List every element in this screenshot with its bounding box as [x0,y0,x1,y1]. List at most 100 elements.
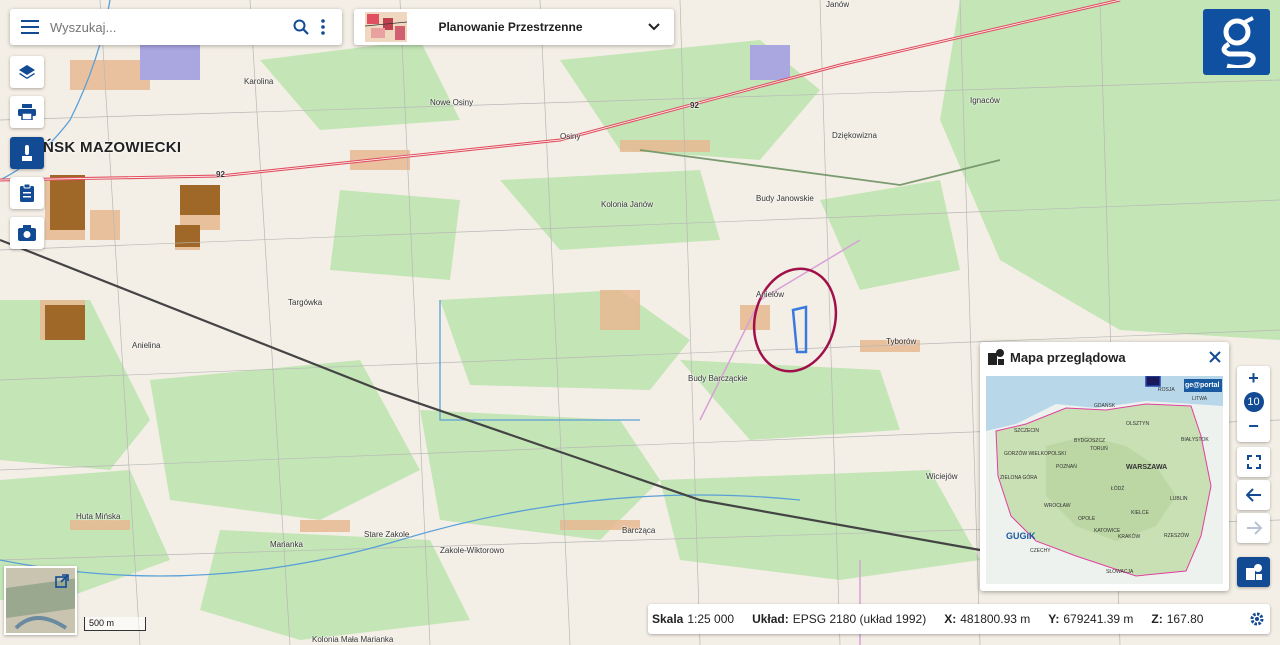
layers-button[interactable] [10,56,44,88]
map-label-minsk: ŃSK MAZOWIECKI [43,139,182,156]
menu-button[interactable] [10,9,50,45]
overview-city-label: GDAŃSK [1094,403,1116,409]
z-value: 167.80 [1166,612,1204,626]
camera-icon [18,225,36,241]
overview-map-toggle-button[interactable] [1237,557,1270,587]
map-label: Wiciejów [926,472,958,481]
map-label: Osiny [560,132,581,141]
overview-city-label: OLSZTYN [1126,421,1150,427]
overview-city-label: ŁÓDŹ [1111,486,1125,492]
chevron-down-icon [648,23,660,31]
map-label: Karolina [244,77,274,86]
status-scale[interactable]: Skala 1:25 000 [652,612,734,626]
status-crs[interactable]: Układ: EPSG 2180 (układ 1992) [752,612,926,626]
overview-city-label: RZESZÓW [1164,533,1189,539]
scale-value: 1:25 000 [687,612,735,626]
map-label: Dziękowizna [832,131,877,140]
status-x: X: 481800.93 m [944,612,1030,626]
settings-icon [1250,612,1264,626]
overview-city-label: WROCŁAW [1044,503,1071,509]
y-value: 679241.39 m [1063,612,1134,626]
next-extent-button[interactable] [1237,513,1270,543]
map-label: Targówka [288,298,323,307]
map-label: Tyborów [886,337,917,346]
geoportal-logo[interactable] [1203,9,1270,75]
external-link-icon [55,574,69,588]
more-vert-icon [321,19,325,35]
overview-close-button[interactable] [1201,342,1229,372]
theme-selector[interactable]: Planowanie Przestrzenne [354,9,674,45]
overview-city-label: KATOWICE [1094,528,1121,534]
map-label: Anielów [756,290,785,299]
y-label: Y: [1048,612,1060,626]
measure-icon [22,145,32,161]
search-icon [293,19,309,35]
overview-country-label: ROSJA [1158,387,1175,393]
overview-map[interactable]: ge@portal ROSJA LITWA GDAŃSK OLSZTYN SZC… [986,376,1223,584]
overview-city-label: ZIELONA GÓRA [1000,475,1038,481]
previous-extent-button[interactable] [1237,480,1270,510]
notes-button[interactable] [10,177,44,209]
settings-button[interactable] [1244,611,1270,627]
overview-city-label: BYDGOSZCZ [1074,438,1106,444]
zoom-in-button[interactable]: + [1237,366,1270,390]
more-options-button[interactable] [312,9,334,45]
print-icon [18,104,36,120]
map-label: Budy Janowskie [756,194,814,203]
overview-city-label: OPOLE [1078,516,1096,522]
overview-city-label: SZCZECIN [1014,428,1039,434]
z-label: Z: [1151,612,1163,626]
map-label: Janów [826,0,850,9]
zoom-out-button[interactable]: − [1237,414,1270,438]
overview-city-label: WARSZAWA [1126,464,1168,471]
scale-bar: 500 m [84,617,146,631]
zoom-level-badge: 10 [1243,392,1264,412]
status-bar: Skala 1:25 000 Układ: EPSG 2180 (układ 199… [648,604,1270,634]
clipboard-icon [20,184,34,202]
status-y: Y: 679241.39 m [1048,612,1133,626]
measure-button[interactable] [10,137,44,169]
forward-arrow-icon [1246,521,1262,535]
map-label: Huta Mińska [76,512,121,521]
overview-city-label: POZNAŃ [1056,464,1077,470]
zoom-control: + 10 − [1237,366,1270,442]
road-number-label: 92 [690,101,699,110]
map-label: Barcząca [622,526,656,535]
scale-label: Skala [652,612,684,626]
crs-label: Układ: [752,612,789,626]
overview-gugik-logo: GUGiK [1006,531,1036,541]
basemap-switcher[interactable] [4,566,77,635]
overview-city-label: LUBLIN [1170,496,1188,502]
overview-title: Mapa przeglądowa [1010,349,1126,365]
close-icon [1209,351,1221,363]
fullscreen-button[interactable] [1237,447,1270,477]
map-label: Kolonia Janów [601,200,654,209]
x-value: 481800.93 m [960,612,1031,626]
overview-country-label: CZECHY [1030,548,1051,554]
screenshot-button[interactable] [10,217,44,249]
overview-city-label: TORUŃ [1090,446,1108,452]
overview-map-icon [988,349,1004,365]
geoportal-logo-icon [1221,16,1256,68]
overview-city-label: GORZÓW WIELKOPOLSKI [1004,451,1066,457]
back-arrow-icon [1245,488,1261,502]
overview-country-label: LITWA [1192,396,1208,402]
crs-value: EPSG 2180 (układ 1992) [792,612,927,626]
print-button[interactable] [10,96,44,128]
status-z: Z: 167.80 [1151,612,1203,626]
menu-icon [21,20,39,34]
overview-country-label: SŁOWACJA [1106,569,1134,575]
theme-dropdown-button[interactable] [634,23,674,31]
overview-geoportal-label: ge@portal [1185,382,1220,389]
map-label: Marianka [270,540,303,549]
map-label: Budy Barcząckie [688,374,748,383]
search-button[interactable] [290,9,312,45]
map-label: Nowe Osiny [430,98,474,107]
theme-title: Planowanie Przestrzenne [438,20,583,34]
layers-icon [19,65,35,79]
map-label: Kolonia Mała Marianka [312,635,394,644]
search-input[interactable] [50,19,290,35]
map-label: Ignaców [970,96,1000,105]
overview-header: Mapa przeglądowa [980,342,1229,372]
search-bar [10,9,342,45]
